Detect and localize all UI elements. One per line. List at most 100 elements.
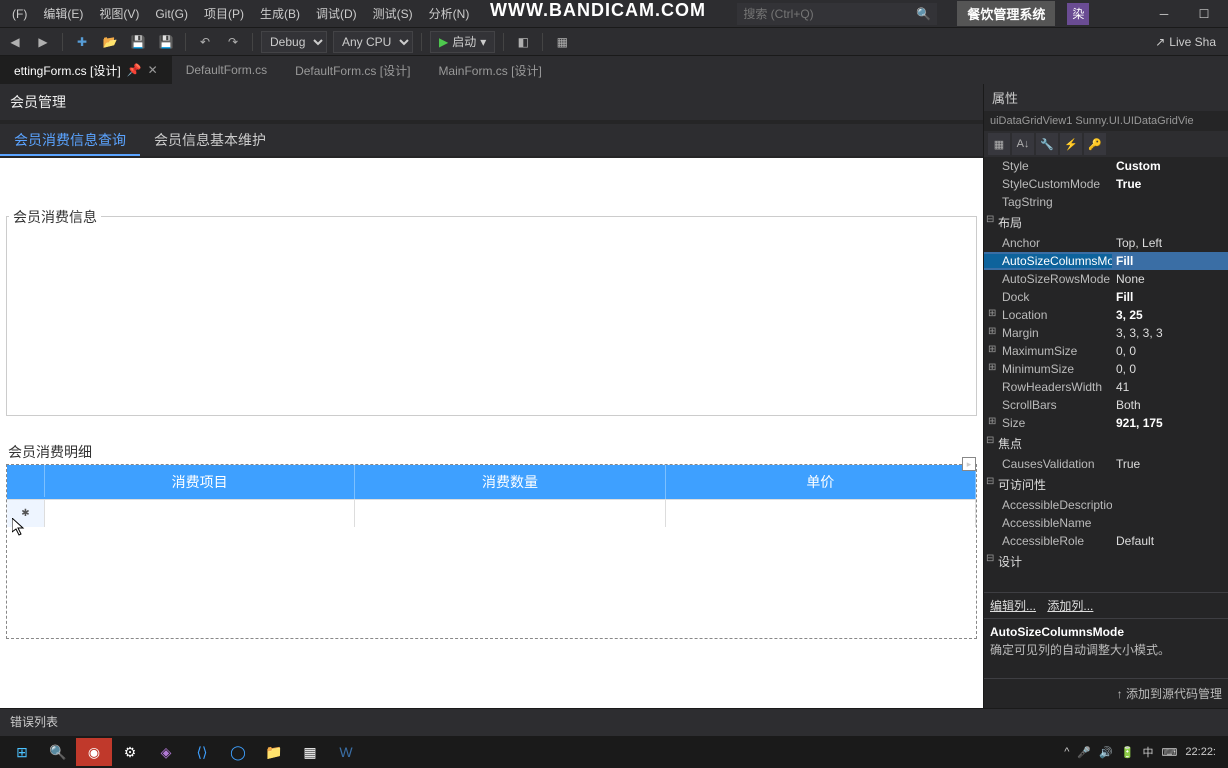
search-input[interactable] [743,7,916,21]
tab-settingform[interactable]: ettingForm.cs [设计] 📌 ✕ [0,56,172,84]
redo-icon[interactable]: ↷ [222,31,244,53]
new-file-icon[interactable]: ✚ [71,31,93,53]
prop-value[interactable]: 0, 0 [1112,362,1228,376]
taskbar-explorer-icon[interactable]: 📁 [256,738,292,766]
cell[interactable] [45,500,355,527]
prop-value[interactable]: Custom [1112,159,1228,173]
tab-member-info-maintain[interactable]: 会员信息基本维护 [140,124,280,156]
grid-new-row[interactable]: ✱ [7,499,976,527]
tab-member-consume-query[interactable]: 会员消费信息查询 [0,124,140,156]
tray-volume-icon[interactable]: 🔊 [1099,746,1113,759]
clock[interactable]: 22:22: [1185,746,1216,758]
taskbar-vscode-icon[interactable]: ⟨⟩ [184,738,220,766]
menu-file[interactable]: (F) [4,3,35,25]
taskbar-vs-icon[interactable]: ◈ [148,738,184,766]
close-icon[interactable]: ✕ [148,63,158,77]
menu-debug[interactable]: 调试(D) [308,1,365,26]
tab-defaultform-cs[interactable]: DefaultForm.cs [172,56,281,84]
keyboard-icon[interactable]: ⌨ [1162,746,1178,759]
selected-object[interactable]: uiDataGridView1 Sunny.UI.UIDataGridVie [984,111,1228,131]
config-select[interactable]: Debug [261,31,327,53]
prop-value[interactable]: 921, 175 [1112,416,1228,430]
categorized-icon[interactable]: ▦ [988,133,1010,155]
menu-test[interactable]: 测试(S) [365,1,421,26]
global-search[interactable]: 🔍 [737,3,937,25]
pin-icon[interactable]: 📌 [127,63,142,77]
add-column-link[interactable]: 添加列... [1047,599,1093,613]
datagridview[interactable]: ▸ 消费项目 消费数量 单价 ✱ [6,464,977,639]
search-taskbar-icon[interactable]: 🔍 [40,738,76,766]
prop-value[interactable]: Top, Left [1112,236,1228,250]
tool-icon-2[interactable]: ▦ [551,31,573,53]
expand-icon[interactable]: ⊞ [988,416,996,427]
groupbox-consume-info[interactable]: 会员消费信息 [6,216,977,416]
nav-back-icon[interactable]: ◀ [4,31,26,53]
smart-tag-icon[interactable]: ▸ [962,457,976,471]
col-price[interactable]: 单价 [666,465,976,499]
prop-value[interactable]: Default [1112,534,1228,548]
tool-icon-1[interactable]: ◧ [512,31,534,53]
expand-icon[interactable]: ⊞ [988,326,996,337]
taskbar-edge-icon[interactable]: ◯ [220,738,256,766]
start-menu-icon[interactable]: ⊞ [4,738,40,766]
prop-value[interactable]: 3, 3, 3, 3 [1112,326,1228,340]
live-share-button[interactable]: ↗ Live Sha [1147,35,1224,49]
category-design[interactable]: 设计 [984,550,1228,573]
prop-value[interactable] [1112,516,1228,530]
undo-icon[interactable]: ↶ [194,31,216,53]
tray-battery-icon[interactable]: 🔋 [1121,746,1135,759]
save-all-icon[interactable]: 💾 [155,31,177,53]
cell[interactable] [355,500,665,527]
edit-columns-link[interactable]: 编辑列... [990,599,1036,613]
menu-build[interactable]: 生成(B) [252,1,308,26]
platform-select[interactable]: Any CPU [333,31,413,53]
ime-indicator[interactable]: 中 [1143,744,1154,760]
menu-analyze[interactable]: 分析(N) [421,1,478,26]
open-icon[interactable]: 📂 [99,31,121,53]
tab-defaultform-design[interactable]: DefaultForm.cs [设计] [281,56,424,84]
alphabetical-icon[interactable]: A↓ [1012,133,1034,155]
expand-icon[interactable]: ⊞ [988,308,996,319]
menu-edit[interactable]: 编辑(E) [35,1,91,26]
prop-value[interactable]: Fill [1112,290,1228,304]
menu-project[interactable]: 项目(P) [196,1,252,26]
col-consume-qty[interactable]: 消费数量 [355,465,665,499]
taskbar-word-icon[interactable]: W [328,738,364,766]
events-icon[interactable]: ⚡ [1060,133,1082,155]
prop-value[interactable] [1112,498,1228,512]
avatar[interactable]: 染 [1067,3,1089,25]
add-source-control-link[interactable]: ↑ 添加到源代码管理 [984,678,1228,708]
prop-value[interactable]: 3, 25 [1112,308,1228,322]
error-list-tab[interactable]: 错误列表 [0,708,1228,736]
category-focus[interactable]: 焦点 [984,432,1228,455]
expand-icon[interactable]: ⊞ [988,344,996,355]
prop-value[interactable] [1112,195,1228,209]
prop-value[interactable]: 0, 0 [1112,344,1228,358]
start-button[interactable]: ▶ 启动 ▾ [430,31,495,53]
menu-git[interactable]: Git(G) [147,3,196,25]
maximize-button[interactable]: ☐ [1184,0,1224,28]
tray-chevron-icon[interactable]: ^ [1064,746,1069,758]
groupbox-consume-detail[interactable]: 会员消费明细 ▸ 消费项目 消费数量 单价 ✱ [6,440,977,640]
tab-mainform-design[interactable]: MainForm.cs [设计] [424,56,555,84]
prop-value[interactable]: Both [1112,398,1228,412]
property-pages-icon[interactable]: 🔑 [1084,133,1106,155]
minimize-button[interactable]: ─ [1144,0,1184,28]
taskbar-app-2[interactable]: ⚙ [112,738,148,766]
prop-value[interactable]: Fill [1112,254,1228,268]
col-consume-item[interactable]: 消费项目 [45,465,355,499]
prop-value[interactable]: None [1112,272,1228,286]
category-layout[interactable]: 布局 [984,211,1228,234]
menu-view[interactable]: 视图(V) [91,1,147,26]
save-icon[interactable]: 💾 [127,31,149,53]
prop-value[interactable]: True [1112,177,1228,191]
taskbar-app-1[interactable]: ◉ [76,738,112,766]
cell[interactable] [666,500,976,527]
nav-fwd-icon[interactable]: ▶ [32,31,54,53]
tray-mic-icon[interactable]: 🎤 [1077,746,1091,759]
properties-grid[interactable]: StyleCustom StyleCustomModeTrue TagStrin… [984,157,1228,592]
expand-icon[interactable]: ⊞ [988,362,996,373]
taskbar-app-3[interactable]: ▦ [292,738,328,766]
form-canvas[interactable]: 会员消费信息 会员消费明细 ▸ 消费项目 消费数量 单价 ✱ [0,158,983,708]
prop-value[interactable]: True [1112,457,1228,471]
